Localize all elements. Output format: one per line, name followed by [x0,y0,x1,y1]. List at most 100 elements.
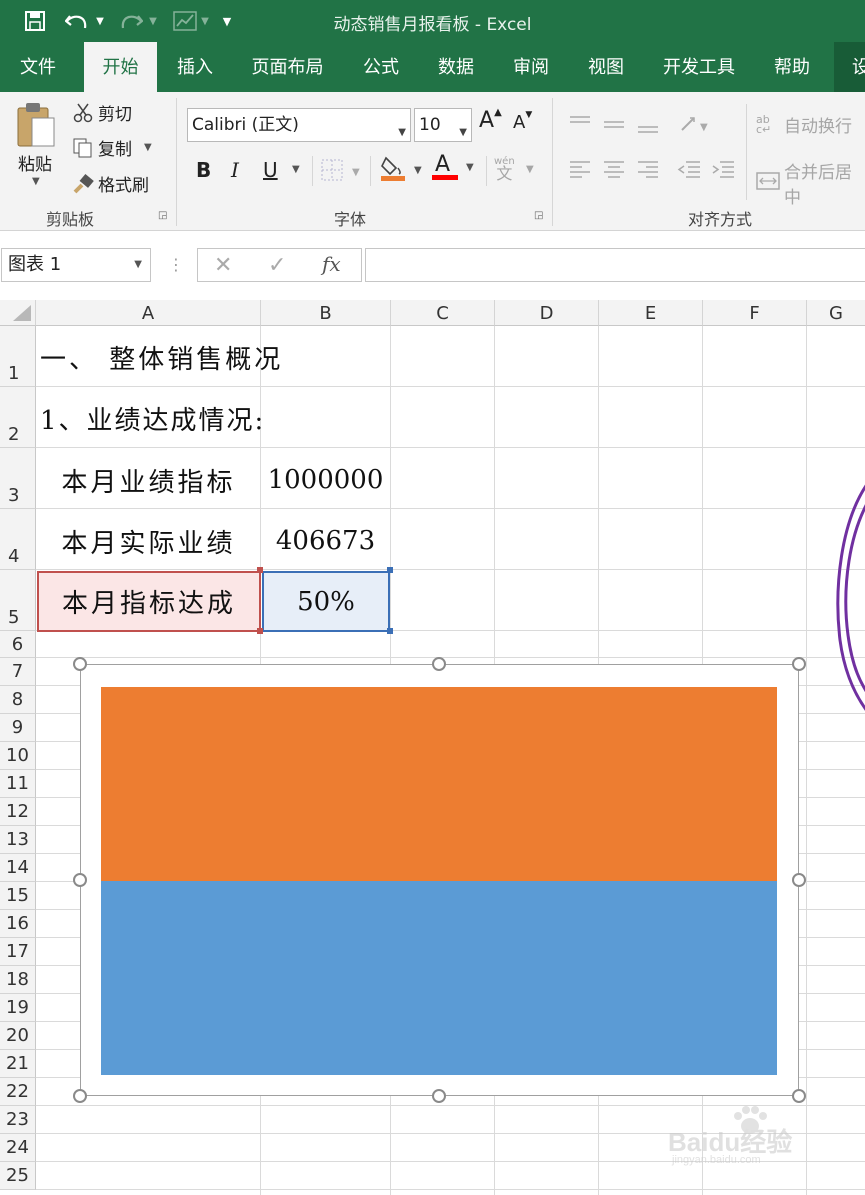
row-header-7[interactable]: 7 [0,658,36,686]
tab-developer[interactable]: 开发工具 [650,42,748,92]
chart-top-area[interactable] [101,687,777,881]
tab-data[interactable]: 数据 [425,42,487,92]
tab-view[interactable]: 视图 [575,42,637,92]
row-header-16[interactable]: 16 [0,910,36,938]
column-header-e[interactable]: E [599,300,703,326]
copy-dropdown-icon[interactable]: ▼ [144,142,152,153]
paste-icon[interactable] [14,100,60,150]
formula-input[interactable] [365,248,865,282]
column-header-d[interactable]: D [495,300,599,326]
column-header-f[interactable]: F [703,300,807,326]
row-header-14[interactable]: 14 [0,854,36,882]
row-header-2[interactable]: 2 [0,387,36,448]
tab-insert[interactable]: 插入 [160,42,230,92]
font-name-select[interactable]: Calibri (正文) ▼ [187,108,411,142]
cell-a3[interactable]: 本月业绩指标 [37,450,260,510]
underline-button[interactable]: U [263,158,278,182]
tab-file[interactable]: 文件 [0,42,76,92]
decrease-indent-icon[interactable] [676,158,702,186]
resize-handle[interactable] [792,1089,806,1103]
wrap-text-button[interactable]: ab c↵ 自动换行 [756,112,852,138]
cell-b5[interactable]: 50% [262,571,390,632]
resize-handle[interactable] [73,1089,87,1103]
align-top-icon[interactable] [568,114,592,138]
font-launcher-icon[interactable]: ◲ [534,210,543,221]
format-painter-button[interactable]: 格式刷 [72,171,149,196]
orientation-icon[interactable]: ▼ [678,112,714,140]
more-options-icon[interactable]: ⋮ [168,255,184,274]
tab-home[interactable]: 开始 [84,42,157,92]
row-header-5[interactable]: 5 [0,570,36,631]
chart-object[interactable] [80,664,799,1096]
ring-shape[interactable] [830,470,865,730]
align-bottom-icon[interactable] [636,114,660,138]
row-header-22[interactable]: 22 [0,1078,36,1106]
row-header-25[interactable]: 25 [0,1162,36,1190]
select-all-button[interactable] [0,300,36,326]
row-header-21[interactable]: 21 [0,1050,36,1078]
name-box[interactable]: 图表 1 ▼ [1,248,151,282]
row-header-20[interactable]: 20 [0,1022,36,1050]
resize-handle[interactable] [792,873,806,887]
italic-button[interactable]: I [231,158,239,182]
insert-function-icon[interactable]: fx [322,252,341,276]
phonetic-dropdown-icon[interactable]: ▼ [526,164,534,175]
column-header-a[interactable]: A [36,300,261,326]
clipboard-launcher-icon[interactable]: ◲ [158,210,167,221]
tab-page-layout[interactable]: 页面布局 [240,42,335,92]
cell-a5[interactable]: 本月指标达成 [37,571,261,632]
cell-a1[interactable]: 一、 整体销售概况 [40,328,380,386]
enter-icon[interactable]: ✓ [268,253,286,278]
copy-button[interactable]: 复制 ▼ [72,135,152,160]
column-header-b[interactable]: B [261,300,391,326]
increase-indent-icon[interactable] [710,158,736,186]
row-header-4[interactable]: 4 [0,509,36,570]
row-header-15[interactable]: 15 [0,882,36,910]
merge-center-button[interactable]: 合并后居中 [756,158,865,208]
column-header-c[interactable]: C [391,300,495,326]
tab-review[interactable]: 审阅 [500,42,562,92]
resize-handle[interactable] [73,873,87,887]
row-header-24[interactable]: 24 [0,1134,36,1162]
row-header-13[interactable]: 13 [0,826,36,854]
tab-formulas[interactable]: 公式 [350,42,412,92]
row-header-12[interactable]: 12 [0,798,36,826]
row-header-1[interactable]: 1 [0,326,36,387]
font-size-select[interactable]: 10 ▼ [414,108,472,142]
align-center-icon[interactable] [602,158,626,186]
font-color-button[interactable]: A ▼ [432,152,474,182]
cancel-icon[interactable]: ✕ [214,253,232,278]
row-header-11[interactable]: 11 [0,770,36,798]
chart-bottom-area[interactable] [101,881,777,1075]
row-header-3[interactable]: 3 [0,448,36,509]
row-header-9[interactable]: 9 [0,714,36,742]
row-header-10[interactable]: 10 [0,742,36,770]
row-header-23[interactable]: 23 [0,1106,36,1134]
column-header-g[interactable]: G [807,300,865,326]
cut-button[interactable]: 剪切 [72,100,132,125]
cell-a2[interactable]: 1、业绩达成情况: [40,389,380,447]
row-header-19[interactable]: 19 [0,994,36,1022]
resize-handle[interactable] [792,657,806,671]
grow-font-button[interactable]: A ▲ [479,107,502,133]
align-left-icon[interactable] [568,158,592,186]
phonetic-button[interactable]: wén 文 [494,156,515,182]
row-header-6[interactable]: 6 [0,631,36,658]
row-header-8[interactable]: 8 [0,686,36,714]
paste-dropdown-icon[interactable]: ▼ [32,176,40,187]
tab-help[interactable]: 帮助 [762,42,822,92]
resize-handle[interactable] [432,657,446,671]
cell-b4[interactable]: 406673 [261,511,390,571]
underline-dropdown-icon[interactable]: ▼ [292,164,300,175]
tab-settings[interactable]: 设 [846,42,865,92]
row-header-18[interactable]: 18 [0,966,36,994]
cell-b3[interactable]: 1000000 [261,450,390,510]
resize-handle[interactable] [73,657,87,671]
row-header-17[interactable]: 17 [0,938,36,966]
cell-a4[interactable]: 本月实际业绩 [37,511,260,571]
align-middle-icon[interactable] [602,114,626,138]
shrink-font-button[interactable]: A ▼ [513,110,532,134]
align-right-icon[interactable] [636,158,660,186]
border-button[interactable]: ▼ [320,158,360,187]
resize-handle[interactable] [432,1089,446,1103]
